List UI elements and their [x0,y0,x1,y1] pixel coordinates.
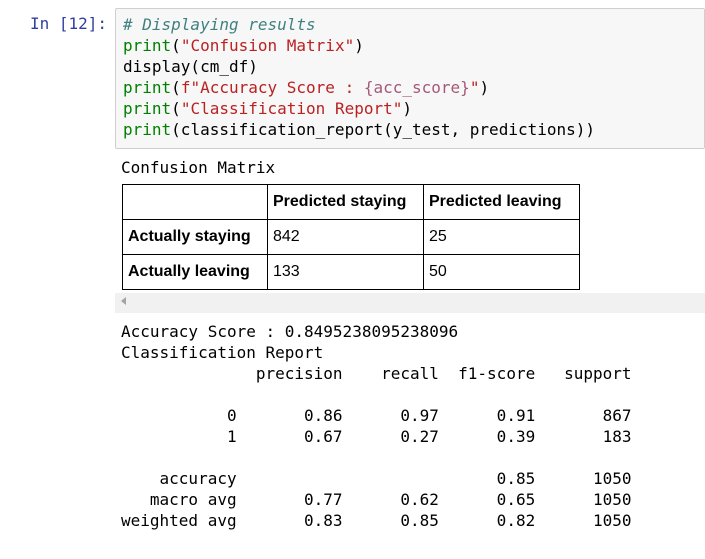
confusion-matrix-table: Predicted staying Predicted leaving Actu… [122,184,580,290]
code-fstring-start: f"Accuracy Score : [180,78,364,97]
code-print-fn: print [123,99,172,118]
input-prompt: In [12]: [30,14,108,33]
code-print-fn: print [123,120,172,139]
row-label: Actually leaving [122,254,268,290]
code-string: "Confusion Matrix" [180,36,355,55]
classification-report-body: precision recall f1-score support 0 0.86… [121,364,632,530]
table-row: Actually staying 842 25 [122,219,580,255]
code-call-args: (classification_report(y_test, predictio… [171,120,596,139]
code-line-6: print(classification_report(y_test, pred… [123,119,595,140]
code-fstring-end: " [469,78,480,97]
code-display-call: display(cm_df) [123,57,258,76]
table-header-cell: Predicted staying [267,184,424,220]
code-line-5: print("Classification Report") [123,99,413,118]
code-fstring-interp: {acc_score} [363,78,470,97]
table-row: Actually leaving 133 50 [122,254,580,290]
table-cell: 842 [267,219,424,255]
table-cell: 50 [423,254,580,290]
accuracy-score-line: Accuracy Score : 0.8495238095238096 [121,322,459,341]
table-header-row: Predicted staying Predicted leaving [122,184,580,220]
code-line-1: # Displaying results [123,14,316,35]
code-comment: # Displaying results [123,15,316,34]
table-header-cell: Predicted leaving [423,184,580,220]
code-line-4: print(f"Accuracy Score : {acc_score}") [123,78,490,97]
code-line-2: print("Confusion Matrix") [123,36,364,55]
classification-report-title: Classification Report [121,343,324,362]
table-cell: 25 [423,219,580,255]
scroll-left-arrow-icon[interactable] [121,297,126,305]
code-cell[interactable]: # Displaying results print("Confusion Ma… [115,8,705,149]
horizontal-scrollbar[interactable] [115,293,705,313]
confusion-matrix-title: Confusion Matrix [121,158,276,177]
code-string: "Classification Report" [180,99,403,118]
code-print-fn: print [123,36,172,55]
code-line-3: display(cm_df) [123,56,258,77]
table-header-cell [122,184,268,220]
row-label: Actually staying [122,219,268,255]
code-print-fn: print [123,78,172,97]
table-cell: 133 [267,254,424,290]
